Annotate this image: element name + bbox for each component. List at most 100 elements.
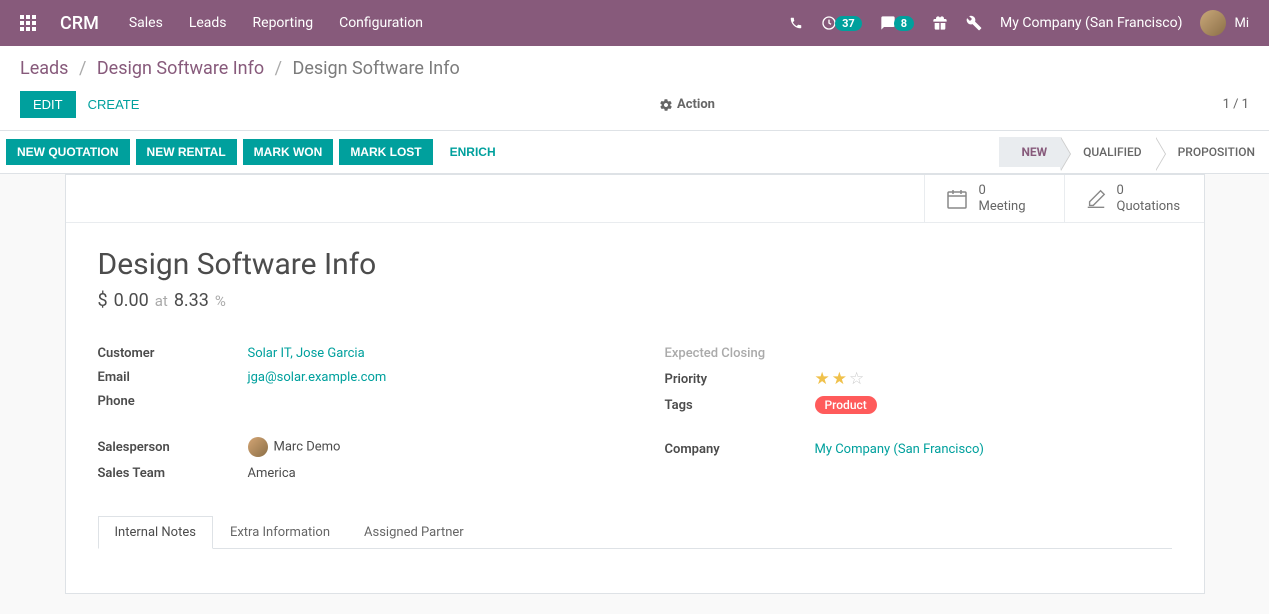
salesperson-avatar bbox=[248, 437, 268, 457]
statusbar-buttons: NEW QUOTATION NEW RENTAL MARK WON MARK L… bbox=[6, 139, 507, 165]
stage-proposition[interactable]: PROPOSITION bbox=[1156, 137, 1269, 167]
left-column: Customer Solar IT, Jose Garcia Email jga… bbox=[98, 341, 605, 485]
star-icon[interactable]: ☆ bbox=[849, 369, 864, 389]
control-bar: Edit Create Action 1 / 1 bbox=[0, 83, 1269, 131]
quotation-stat-button[interactable]: 0 Quotations bbox=[1064, 175, 1204, 222]
meeting-count: 0 bbox=[979, 183, 1026, 199]
salesperson-label: Salesperson bbox=[98, 440, 248, 455]
apps-icon[interactable] bbox=[20, 15, 36, 31]
statusbar: NEW QUOTATION NEW RENTAL MARK WON MARK L… bbox=[0, 131, 1269, 174]
nav-menu: Sales Leads Reporting Configuration bbox=[129, 15, 423, 31]
nav-right: 37 8 My Company (San Francisco) Mi bbox=[789, 10, 1249, 36]
customer-label: Customer bbox=[98, 346, 248, 361]
record-title: Design Software Info bbox=[98, 247, 1172, 282]
email-row: Email jga@solar.example.com bbox=[98, 365, 605, 389]
email-label: Email bbox=[98, 370, 248, 385]
star-icon[interactable]: ★ bbox=[815, 369, 830, 389]
company-selector[interactable]: My Company (San Francisco) bbox=[1000, 15, 1182, 31]
user-avatar[interactable] bbox=[1200, 10, 1226, 36]
breadcrumb: Leads / Design Software Info / Design So… bbox=[20, 58, 460, 79]
priority-label: Priority bbox=[665, 372, 815, 387]
fields-grid: Customer Solar IT, Jose Garcia Email jga… bbox=[98, 341, 1172, 485]
discuss-count: 8 bbox=[894, 16, 914, 31]
star-icon[interactable]: ★ bbox=[832, 369, 847, 389]
tag-product[interactable]: Product bbox=[815, 396, 877, 414]
probability-value: 8.33 bbox=[174, 290, 209, 311]
salesperson-row: Salesperson Marc Demo bbox=[98, 433, 605, 461]
right-column: Expected Closing Priority ★ ★ ☆ Tags bbox=[665, 341, 1172, 485]
edit-button[interactable]: Edit bbox=[20, 91, 76, 118]
breadcrumb-sep: / bbox=[79, 58, 86, 79]
tags-value: Product bbox=[815, 398, 877, 413]
salesperson-value: Marc Demo bbox=[248, 437, 341, 457]
user-name[interactable]: Mi bbox=[1234, 16, 1249, 31]
closing-row: Expected Closing bbox=[665, 341, 1172, 365]
team-value: America bbox=[248, 466, 296, 481]
mark-won-button[interactable]: MARK WON bbox=[243, 139, 334, 165]
menu-configuration[interactable]: Configuration bbox=[339, 15, 423, 31]
tags-label: Tags bbox=[665, 398, 815, 413]
stage-new[interactable]: NEW bbox=[999, 137, 1061, 167]
team-label: Sales Team bbox=[98, 466, 248, 481]
breadcrumb-current: Design Software Info bbox=[293, 58, 460, 79]
form-sheet-bg: 0 Meeting 0 Quotations Design Software I… bbox=[0, 174, 1269, 614]
meeting-stat-button[interactable]: 0 Meeting bbox=[924, 175, 1064, 222]
sheet-body: Design Software Info $ 0.00 at 8.33 % Cu… bbox=[66, 223, 1204, 573]
breadcrumb-parent[interactable]: Design Software Info bbox=[97, 58, 264, 79]
customer-value[interactable]: Solar IT, Jose Garcia bbox=[248, 346, 365, 361]
customer-row: Customer Solar IT, Jose Garcia bbox=[98, 341, 605, 365]
tab-internal-notes[interactable]: Internal Notes bbox=[98, 516, 213, 549]
new-quotation-button[interactable]: NEW QUOTATION bbox=[6, 139, 130, 165]
edit-icon bbox=[1085, 188, 1107, 210]
meeting-label: Meeting bbox=[979, 199, 1026, 215]
activity-icon[interactable]: 37 bbox=[821, 15, 862, 31]
closing-label: Expected Closing bbox=[665, 346, 815, 361]
company-label: Company bbox=[665, 442, 815, 457]
mark-lost-button[interactable]: MARK LOST bbox=[339, 139, 432, 165]
menu-reporting[interactable]: Reporting bbox=[253, 15, 314, 31]
priority-stars[interactable]: ★ ★ ☆ bbox=[815, 369, 865, 389]
menu-sales[interactable]: Sales bbox=[129, 15, 163, 31]
email-value[interactable]: jga@solar.example.com bbox=[248, 370, 387, 385]
amount-value: 0.00 bbox=[114, 290, 149, 311]
discuss-icon[interactable]: 8 bbox=[880, 15, 914, 31]
quotation-count: 0 bbox=[1117, 183, 1181, 199]
activity-count: 37 bbox=[835, 16, 862, 31]
at-label: at bbox=[155, 292, 168, 310]
tags-row: Tags Product bbox=[665, 393, 1172, 417]
gear-icon bbox=[659, 98, 673, 112]
record-subtitle: $ 0.00 at 8.33 % bbox=[98, 290, 1172, 311]
breadcrumb-sep: / bbox=[275, 58, 282, 79]
phone-icon[interactable] bbox=[789, 16, 803, 30]
form-sheet: 0 Meeting 0 Quotations Design Software I… bbox=[65, 174, 1205, 594]
new-rental-button[interactable]: NEW RENTAL bbox=[136, 139, 237, 165]
create-button[interactable]: Create bbox=[76, 92, 152, 117]
gift-icon[interactable] bbox=[932, 15, 948, 31]
tab-extra-information[interactable]: Extra Information bbox=[213, 516, 347, 549]
pager[interactable]: 1 / 1 bbox=[1223, 97, 1249, 112]
status-stages: NEW QUALIFIED PROPOSITION bbox=[999, 137, 1269, 167]
company-value[interactable]: My Company (San Francisco) bbox=[815, 442, 984, 457]
phone-row: Phone bbox=[98, 389, 605, 413]
notebook-tabs: Internal Notes Extra Information Assigne… bbox=[98, 515, 1172, 549]
button-box: 0 Meeting 0 Quotations bbox=[66, 175, 1204, 223]
team-row: Sales Team America bbox=[98, 461, 605, 485]
probability-unit: % bbox=[215, 292, 226, 310]
enrich-button[interactable]: ENRICH bbox=[439, 139, 507, 165]
phone-label: Phone bbox=[98, 394, 248, 409]
stage-qualified[interactable]: QUALIFIED bbox=[1061, 137, 1155, 167]
priority-row: Priority ★ ★ ☆ bbox=[665, 365, 1172, 393]
breadcrumb-root[interactable]: Leads bbox=[20, 58, 68, 79]
tab-assigned-partner[interactable]: Assigned Partner bbox=[347, 516, 481, 549]
calendar-icon bbox=[945, 187, 969, 211]
main-navbar: CRM Sales Leads Reporting Configuration … bbox=[0, 0, 1269, 46]
quotation-label: Quotations bbox=[1117, 199, 1181, 215]
amount-symbol: $ bbox=[98, 290, 108, 311]
company-row: Company My Company (San Francisco) bbox=[665, 437, 1172, 461]
action-menu[interactable]: Action bbox=[659, 97, 715, 112]
action-label: Action bbox=[677, 97, 715, 112]
menu-leads[interactable]: Leads bbox=[189, 15, 227, 31]
tools-icon[interactable] bbox=[966, 15, 982, 31]
app-brand[interactable]: CRM bbox=[60, 13, 99, 34]
breadcrumb-row: Leads / Design Software Info / Design So… bbox=[0, 46, 1269, 83]
